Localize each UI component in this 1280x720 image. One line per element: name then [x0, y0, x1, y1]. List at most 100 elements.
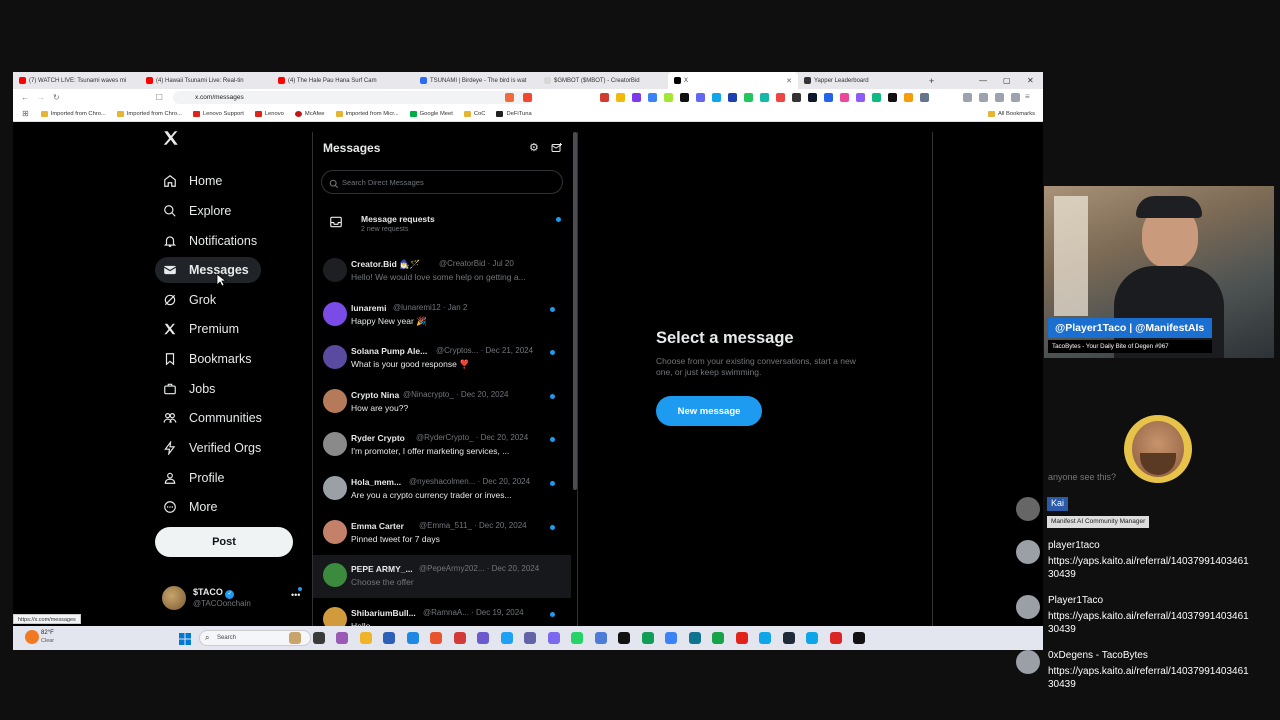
- taskbar-app-icon[interactable]: [618, 632, 630, 644]
- taskbar-app-icon[interactable]: [359, 632, 372, 644]
- close-window-icon[interactable]: ✕: [1027, 72, 1034, 89]
- browser-tab[interactable]: (7) WATCH LIVE: Tsunami waves mi: [13, 72, 140, 89]
- nav-home[interactable]: Home: [163, 168, 222, 194]
- nav-messages[interactable]: Messages: [155, 257, 261, 283]
- taskbar-app-icon[interactable]: [853, 632, 865, 644]
- taskbar-app-icon[interactable]: [336, 632, 348, 644]
- post-button[interactable]: Post: [155, 527, 293, 557]
- brave-shield-icon[interactable]: [505, 93, 514, 102]
- more-dots-icon[interactable]: •••: [291, 590, 300, 600]
- extension-icon[interactable]: [696, 93, 705, 102]
- extension-icon[interactable]: [840, 93, 849, 102]
- conversation-row[interactable]: PEPE ARMY_... @PepeArmy202... · Dec 20, 2…: [313, 555, 571, 599]
- extension-icon[interactable]: [664, 93, 673, 102]
- nav-explore[interactable]: Explore: [163, 198, 231, 224]
- taskbar-app-icon[interactable]: [406, 632, 419, 644]
- extension-icon[interactable]: [856, 93, 865, 102]
- compose-message-icon[interactable]: [551, 141, 563, 153]
- message-requests[interactable]: Message requests 2 new requests: [313, 205, 571, 243]
- nav-more[interactable]: More: [163, 494, 217, 520]
- browser-tab[interactable]: TSUNAMI | Birdeye - The bird is wat: [414, 72, 538, 89]
- nav-verified-orgs[interactable]: Verified Orgs: [163, 435, 261, 461]
- nav-notifications[interactable]: Notifications: [163, 228, 257, 254]
- extension-icon[interactable]: [888, 93, 897, 102]
- apps-grid-icon[interactable]: ⊞: [22, 109, 29, 118]
- taskbar-app-icon[interactable]: [500, 632, 513, 644]
- new-tab-button[interactable]: +: [923, 72, 943, 89]
- extension-icon[interactable]: [872, 93, 881, 102]
- conversation-row[interactable]: Crypto Nina @Ninacrypto_ · Dec 20, 2024 Ho…: [313, 381, 571, 424]
- taskbar-app-icon[interactable]: [594, 632, 607, 644]
- taskbar-app-icon[interactable]: [477, 632, 489, 644]
- nav-grok[interactable]: Grok: [163, 287, 216, 313]
- extension-icon[interactable]: [632, 93, 641, 102]
- extension-icon[interactable]: [728, 93, 737, 102]
- taskbar-app-icon[interactable]: [712, 632, 724, 644]
- conversation-row[interactable]: lunaremi @lunaremi12 · Jan 2 Happy New yea…: [313, 294, 571, 337]
- browser-tab[interactable]: (4) The Hale Pau Hana Surf Cam: [272, 72, 414, 89]
- bookmark-item[interactable]: Imported from Chro...: [116, 110, 182, 117]
- taskbar-app-icon[interactable]: [735, 632, 748, 644]
- profile-icon[interactable]: [1011, 93, 1020, 102]
- bookmark-item[interactable]: CoC: [463, 110, 485, 117]
- extension-icon[interactable]: [808, 93, 817, 102]
- bookmark-item[interactable]: Google Meet: [409, 110, 453, 117]
- weather-icon[interactable]: [25, 630, 39, 644]
- search-input[interactable]: Search Direct Messages: [321, 170, 563, 194]
- sidebar-icon[interactable]: [963, 93, 972, 102]
- taskbar-app-icon[interactable]: [688, 632, 701, 644]
- conversation-row[interactable]: Creator.Bid 🧙‍♂️🪄 @CreatorBid · Jul 20 Hel…: [313, 250, 571, 293]
- bookmark-item[interactable]: Lenovo: [254, 110, 284, 117]
- new-message-button[interactable]: New message: [656, 396, 762, 426]
- extension-icon[interactable]: [744, 93, 753, 102]
- conversation-row[interactable]: Emma Carter @Emma_511_ · Dec 20, 2024 Pinn…: [313, 512, 571, 555]
- browser-tab[interactable]: Yapper Leaderboard: [798, 72, 923, 89]
- taskbar-app-icon[interactable]: [665, 632, 677, 644]
- nav-profile[interactable]: Profile: [163, 465, 224, 491]
- scrollbar[interactable]: [573, 132, 577, 490]
- conversation-row[interactable]: Hola_mem... @nyeshacolmen... · Dec 20, 20…: [313, 468, 571, 511]
- extensions-icon[interactable]: [995, 93, 1004, 102]
- taskbar-app-icon[interactable]: [524, 632, 536, 644]
- nav-premium[interactable]: Premium: [163, 316, 239, 342]
- extension-icon[interactable]: [904, 93, 913, 102]
- browser-tab[interactable]: $GMBOT ($MBOT) - CreatorBid: [538, 72, 668, 89]
- bookmark-star-icon[interactable]: ☐: [156, 93, 163, 102]
- browser-tab[interactable]: (4) Hawaii Tsunami Live: Real-tin: [140, 72, 272, 89]
- maximize-icon[interactable]: ▢: [1003, 72, 1011, 89]
- taskbar-app-icon[interactable]: [289, 632, 301, 644]
- extension-icon[interactable]: [600, 93, 609, 102]
- url-input[interactable]: x.com/messages: [173, 91, 533, 104]
- bookmark-item[interactable]: DeFiTuna: [496, 110, 532, 117]
- extension-icon[interactable]: [648, 93, 657, 102]
- taskbar-app-icon[interactable]: [312, 632, 325, 644]
- taskbar-app-icon[interactable]: [759, 632, 771, 644]
- taskbar-app-icon[interactable]: [383, 632, 395, 644]
- extension-icon[interactable]: [920, 93, 929, 102]
- menu-icon[interactable]: ≡: [1025, 92, 1030, 101]
- x-logo-icon[interactable]: [162, 129, 180, 147]
- taskbar-app-icon[interactable]: [453, 632, 466, 644]
- extension-icon[interactable]: [680, 93, 689, 102]
- bookmark-item[interactable]: Lenovo Support: [192, 110, 244, 117]
- taskbar-app-icon[interactable]: [782, 632, 795, 644]
- taskbar-app-icon[interactable]: [806, 632, 818, 644]
- back-icon[interactable]: ←: [21, 93, 29, 102]
- conversation-row[interactable]: ShibariumBull... @RamnaA... · Dec 19, 202…: [313, 599, 571, 626]
- extension-icon[interactable]: [616, 93, 625, 102]
- brave-rewards-icon[interactable]: [523, 93, 532, 102]
- minimize-icon[interactable]: —: [979, 72, 987, 89]
- settings-gear-icon[interactable]: ⚙: [529, 141, 539, 154]
- nav-communities[interactable]: Communities: [163, 405, 262, 431]
- taskbar-app-icon[interactable]: [829, 632, 842, 644]
- browser-tab-active[interactable]: X ✕: [668, 72, 798, 89]
- forward-icon[interactable]: →: [37, 93, 45, 102]
- taskbar-app-icon[interactable]: [430, 632, 442, 644]
- bookmark-item[interactable]: Imported from Micr...: [335, 110, 399, 117]
- extension-icon[interactable]: [712, 93, 721, 102]
- extension-icon[interactable]: [776, 93, 785, 102]
- close-tab-icon[interactable]: ✕: [782, 77, 792, 85]
- nav-bookmarks[interactable]: Bookmarks: [163, 346, 252, 372]
- all-bookmarks[interactable]: All Bookmarks: [987, 110, 1035, 117]
- taskbar-app-icon[interactable]: [547, 632, 560, 644]
